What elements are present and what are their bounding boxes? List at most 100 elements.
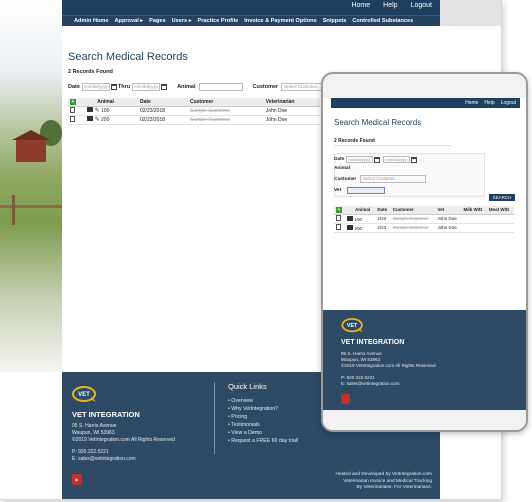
table-row[interactable]: ✎ 200 02/23/2018 Sample Customer John Do… [68,115,320,125]
nav-controlled-substances[interactable]: Controlled Substances [352,18,413,24]
quick-link-overview[interactable]: Overview [228,397,298,405]
animal-value[interactable]: 100 [101,108,109,114]
document-icon[interactable] [336,224,341,230]
footer-address: 95 S. Harris Avenue Waupun, WI 53963 ©20… [72,423,175,444]
date-thru-input[interactable]: mm/dd/yyyy [132,83,161,91]
header-date: Date [138,98,188,107]
fence-rail [0,205,62,208]
quick-link-why[interactable]: Why VetIntegration? [228,405,298,413]
row-meat-wd [486,223,514,233]
nav-practice-profile[interactable]: Practice Profile [198,18,239,24]
quick-link-demo[interactable]: View a Demo [228,429,298,437]
footer-credit: Hosted and Developed by VetIntegration.c… [335,472,432,492]
document-icon[interactable] [70,115,75,122]
youtube-icon[interactable]: ▶ [72,474,82,485]
pencil-icon[interactable]: ✎ [95,116,100,123]
calendar-icon[interactable] [161,84,168,90]
showcase-stage: Home Help Logout Admin Home Approval ▸ P… [0,0,532,502]
mobile-vet-select[interactable] [347,187,386,194]
row-animal: ✎ 200 [85,115,138,125]
row-actions [334,223,346,233]
mobile-vet-label: Vet [334,188,342,193]
animal-value[interactable]: 100 [354,217,362,222]
add-record-icon[interactable]: + [336,206,342,213]
animal-value[interactable]: 200 [101,117,109,123]
mobile-content: Search Medical Records 2 Records Found D… [331,108,520,310]
document-icon[interactable] [336,215,341,221]
records-found: 2 Records Found [68,69,113,75]
add-record-icon[interactable]: + [70,98,76,105]
header-customer: Customer [187,98,264,107]
animal-input[interactable] [198,83,243,91]
quick-link-testimonials[interactable]: Testimonials [228,421,298,429]
header-gray-strip [440,0,501,26]
row-animal: ✎ 100 [85,106,138,116]
add-column: + [68,98,86,107]
envelope-icon[interactable] [347,215,354,221]
row-customer: Sample Customer [187,115,264,125]
top-links: Home Help Logout [351,2,432,9]
nav-users[interactable]: Users ▸ [172,18,192,24]
quick-link-pricing[interactable]: Pricing [228,413,298,421]
row-customer: Sample Customer [187,106,264,116]
mobile-page-title: Search Medical Records [334,118,422,127]
mobile-logout-link[interactable]: Logout [501,100,516,106]
envelope-icon[interactable] [347,224,354,230]
date-from-input[interactable]: mm/dd/yyyy [81,83,110,91]
mobile-help-link[interactable]: Help [484,100,494,106]
nav-pages[interactable]: Pages [149,18,165,24]
document-icon[interactable] [70,106,75,113]
address-line: 95 S. Harris Avenue [72,423,117,429]
mobile-date-row: Date mm/dd/yyyy mm/dd/yyyy [334,156,418,163]
row-customer: Sample Customer [390,223,436,233]
header-date: Date [375,206,391,215]
logout-link[interactable]: Logout [411,2,432,9]
mobile-date-from-input[interactable]: mm/dd/yyyy [346,156,374,163]
phone-number: P: 920.322.5221 [72,449,109,455]
credit-line: By Veterinarians. For Veterinarians. [356,485,432,490]
nav-admin-home[interactable]: Admin Home [74,18,109,24]
quick-link-trial[interactable]: Request a FREE 60 day trial! [228,437,298,445]
mobile-home-link[interactable]: Home [465,100,478,106]
row-vet: John Doe [263,106,320,116]
envelope-icon[interactable] [87,107,94,112]
nav-invoice-payment[interactable]: Invoice & Payment Options [244,18,316,24]
nav-snippets[interactable]: Snippets [323,18,347,24]
row-date: 2/23 [375,223,391,233]
header-animal: Animal [345,206,376,215]
row-date: 02/23/2018 [138,106,188,116]
table-row[interactable]: 100 2/23 Sample Customer John Doe [334,214,514,224]
calendar-icon[interactable] [374,156,381,163]
nav-approval[interactable]: Approval ▸ [115,18,144,24]
records-table: + Animal Date Customer Veterinarian ✎ 10… [68,98,320,125]
search-button[interactable]: SEARCH [489,194,515,201]
farm-background-image [0,0,62,372]
header-meat-wd: Meat W/D [486,206,514,215]
row-vet: John Doe [263,115,320,125]
mobile-records-found: 2 Records Found [334,136,451,146]
row-actions [68,106,86,116]
calendar-icon[interactable] [411,156,418,163]
table-row[interactable]: ✎ 100 02/23/2018 Sample Customer John Do… [68,106,320,116]
mobile-animal-label: Animal [334,166,350,171]
mobile-footer: VET VET INTEGRATION 95 S. Harris Avenue … [323,310,526,410]
pencil-icon[interactable]: ✎ [95,107,100,114]
table-row[interactable]: 200 2/23 Sample Customer John Doe [334,223,514,233]
email-link[interactable]: E: sales@vetintegration.com [341,381,400,387]
row-date: 2/23 [375,214,391,224]
email-link[interactable]: E: sales@vetintegration.com [72,456,136,463]
quick-links-list: Overview Why VetIntegration? Pricing Tes… [228,397,298,445]
help-link[interactable]: Help [383,2,397,9]
animal-value[interactable]: 200 [354,226,362,231]
mobile-top-links: Home Help Logout [465,100,516,106]
row-milk-wd [461,214,487,224]
envelope-icon[interactable] [87,116,94,121]
phone-top-bezel [323,74,526,98]
mobile-footer-contact: P: 920.322.5221 E: sales@vetintegration.… [341,375,400,387]
home-link[interactable]: Home [351,2,370,9]
youtube-icon[interactable] [341,394,350,404]
mobile-vet-row: Vet [334,187,386,194]
mobile-customer-select[interactable]: Select Customer... [360,175,427,183]
mobile-date-thru-input[interactable]: mm/dd/yyyy [383,156,411,163]
calendar-icon[interactable] [110,84,117,90]
